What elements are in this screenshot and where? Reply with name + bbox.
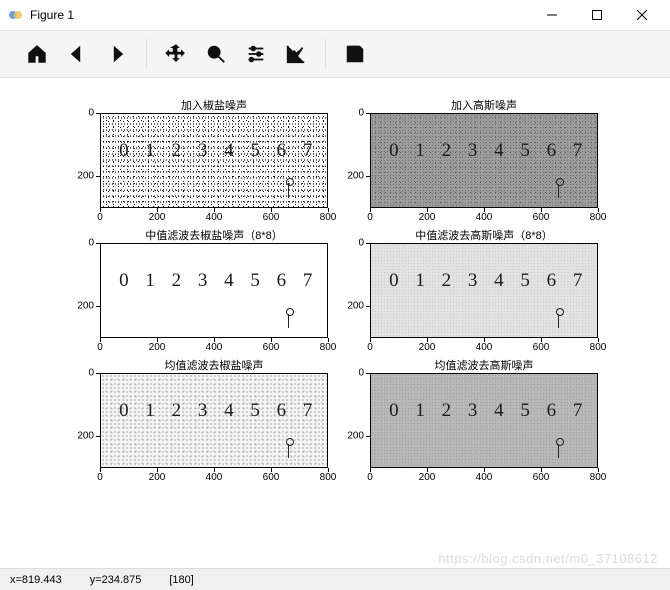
x-tick-mark <box>100 468 101 472</box>
x-tick-mark <box>328 338 329 342</box>
subplot-title: 加入椒盐噪声 <box>100 97 328 113</box>
x-tick-mark <box>271 208 272 212</box>
y-tick-mark <box>366 436 370 437</box>
x-tick-mark <box>484 338 485 342</box>
subplot-title: 中值滤波去椒盐噪声（8*8） <box>100 227 328 243</box>
status-y: y=234.875 <box>90 574 142 586</box>
y-tick-mark <box>366 306 370 307</box>
y-tick-mark <box>366 176 370 177</box>
x-tick-mark <box>271 338 272 342</box>
x-tick-mark <box>370 208 371 212</box>
image-content-digits: 0 1 2 3 4 5 6 7 8 <box>389 400 598 422</box>
zoom-button[interactable] <box>199 37 233 71</box>
home-button[interactable] <box>20 37 54 71</box>
forward-button[interactable] <box>100 37 134 71</box>
x-tick-mark <box>328 468 329 472</box>
x-tick-mark <box>214 338 215 342</box>
subplot-0-1: 加入高斯噪声0 1 2 3 4 5 6 7 802000200400600800 <box>370 113 598 208</box>
subplot-1-0: 中值滤波去椒盐噪声（8*8）0 1 2 3 4 5 6 7 8020002004… <box>100 243 328 338</box>
axes-image: 0 1 2 3 4 5 6 7 8 <box>370 373 598 468</box>
edit-axes-button[interactable] <box>279 37 313 71</box>
x-tick-mark <box>598 208 599 212</box>
axes-image: 0 1 2 3 4 5 6 7 8 <box>370 113 598 208</box>
y-tick-mark <box>366 373 370 374</box>
x-tick-mark <box>271 468 272 472</box>
save-button[interactable] <box>338 37 372 71</box>
subplot-2-0: 均值滤波去椒盐噪声0 1 2 3 4 5 6 7 802000200400600… <box>100 373 328 468</box>
x-tick-mark <box>100 338 101 342</box>
y-tick-mark <box>96 113 100 114</box>
x-tick-mark <box>484 468 485 472</box>
y-tick-mark <box>96 436 100 437</box>
image-content-mark <box>283 438 295 458</box>
status-value: [180] <box>169 574 193 586</box>
axes-image: 0 1 2 3 4 5 6 7 8 <box>100 113 328 208</box>
x-tick-mark <box>427 208 428 212</box>
figure-canvas[interactable]: 加入椒盐噪声0 1 2 3 4 5 6 7 802000200400600800… <box>0 78 670 552</box>
back-button[interactable] <box>60 37 94 71</box>
x-tick-mark <box>370 338 371 342</box>
x-tick-mark <box>214 208 215 212</box>
close-button[interactable] <box>619 0 664 30</box>
axes-image: 0 1 2 3 4 5 6 7 8 <box>100 373 328 468</box>
image-content-digits: 0 1 2 3 4 5 6 7 8 <box>389 140 598 162</box>
x-tick-mark <box>541 468 542 472</box>
x-tick-mark <box>427 468 428 472</box>
x-tick-mark <box>598 338 599 342</box>
x-tick-mark <box>370 468 371 472</box>
image-content-digits: 0 1 2 3 4 5 6 7 8 <box>119 270 328 292</box>
x-tick-mark <box>157 468 158 472</box>
y-tick-mark <box>96 243 100 244</box>
axes-image: 0 1 2 3 4 5 6 7 8 <box>370 243 598 338</box>
status-bar: x=819.443 y=234.875 [180] <box>0 568 670 590</box>
image-content-mark <box>553 178 565 198</box>
configure-subplots-button[interactable] <box>239 37 273 71</box>
image-content-mark <box>283 178 295 198</box>
window-titlebar: Figure 1 <box>0 0 670 30</box>
x-tick-mark <box>427 338 428 342</box>
x-tick-mark <box>157 208 158 212</box>
image-content-digits: 0 1 2 3 4 5 6 7 8 <box>119 140 328 162</box>
x-tick-mark <box>100 208 101 212</box>
x-tick-mark <box>484 208 485 212</box>
pan-button[interactable] <box>159 37 193 71</box>
axes-image: 0 1 2 3 4 5 6 7 8 <box>100 243 328 338</box>
y-tick-mark <box>96 373 100 374</box>
subplot-title: 均值滤波去高斯噪声 <box>370 357 598 373</box>
watermark-text: https://blog.csdn.net/m0_37108612 <box>438 551 658 566</box>
image-content-mark <box>553 308 565 328</box>
x-tick-mark <box>328 208 329 212</box>
subplot-title: 中值滤波去高斯噪声（8*8） <box>370 227 598 243</box>
x-tick-mark <box>157 338 158 342</box>
y-tick-mark <box>96 176 100 177</box>
minimize-button[interactable] <box>529 0 574 30</box>
subplot-title: 加入高斯噪声 <box>370 97 598 113</box>
toolbar-separator <box>146 39 147 69</box>
toolbar-separator <box>325 39 326 69</box>
image-content-mark <box>283 308 295 328</box>
x-tick-mark <box>598 468 599 472</box>
maximize-button[interactable] <box>574 0 619 30</box>
image-content-digits: 0 1 2 3 4 5 6 7 8 <box>119 400 328 422</box>
app-icon <box>8 7 24 23</box>
image-content-digits: 0 1 2 3 4 5 6 7 8 <box>389 270 598 292</box>
status-x: x=819.443 <box>10 574 62 586</box>
x-tick-mark <box>214 468 215 472</box>
x-tick-mark <box>541 338 542 342</box>
subplot-2-1: 均值滤波去高斯噪声0 1 2 3 4 5 6 7 802000200400600… <box>370 373 598 468</box>
subplot-1-1: 中值滤波去高斯噪声（8*8）0 1 2 3 4 5 6 7 8020002004… <box>370 243 598 338</box>
matplotlib-toolbar <box>0 30 670 78</box>
y-tick-mark <box>366 113 370 114</box>
y-tick-mark <box>96 306 100 307</box>
x-tick-mark <box>541 208 542 212</box>
subplot-title: 均值滤波去椒盐噪声 <box>100 357 328 373</box>
image-content-mark <box>553 438 565 458</box>
subplot-0-0: 加入椒盐噪声0 1 2 3 4 5 6 7 802000200400600800 <box>100 113 328 208</box>
window-title: Figure 1 <box>30 8 74 22</box>
y-tick-mark <box>366 243 370 244</box>
